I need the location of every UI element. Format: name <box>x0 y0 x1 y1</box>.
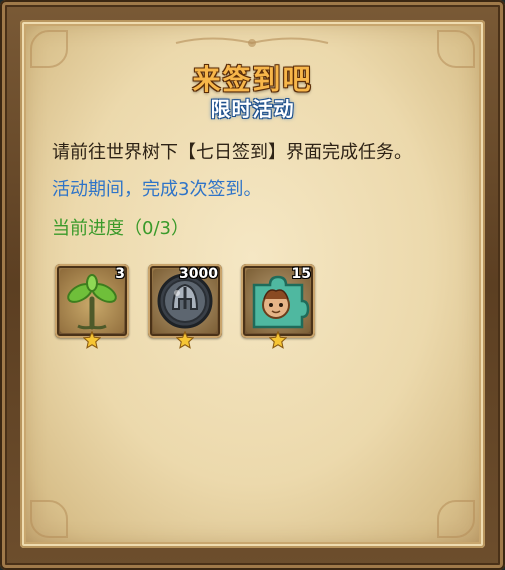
corner-ornament <box>30 500 68 538</box>
star-icon <box>269 331 287 349</box>
reward-count: 3 <box>115 266 125 282</box>
reward-slot[interactable]: 3000 <box>148 264 222 349</box>
task-description: 请前往世界树下【七日签到】界面完成任务。 <box>52 142 412 163</box>
reward-slot[interactable]: 3 <box>55 264 129 349</box>
corner-ornament <box>437 500 475 538</box>
progress-text: 当前进度（0/3） <box>52 218 189 239</box>
reward-list: 3 3000 15 <box>55 264 355 354</box>
reward-count: 15 <box>291 266 311 282</box>
reward-count: 3000 <box>179 266 218 282</box>
reward-slot[interactable]: 15 <box>241 264 315 349</box>
event-subtitle: 限时活动 <box>210 97 295 121</box>
event-title: 来签到吧 <box>192 63 313 96</box>
event-period-text: 活动期间，完成3次签到。 <box>52 179 262 200</box>
top-ornament-icon <box>175 37 329 47</box>
dialog-frame: 来签到吧 限时活动 请前往世界树下【七日签到】界面完成任务。 活动期间，完成3次… <box>0 0 505 570</box>
star-icon <box>83 331 101 349</box>
star-icon <box>176 331 194 349</box>
